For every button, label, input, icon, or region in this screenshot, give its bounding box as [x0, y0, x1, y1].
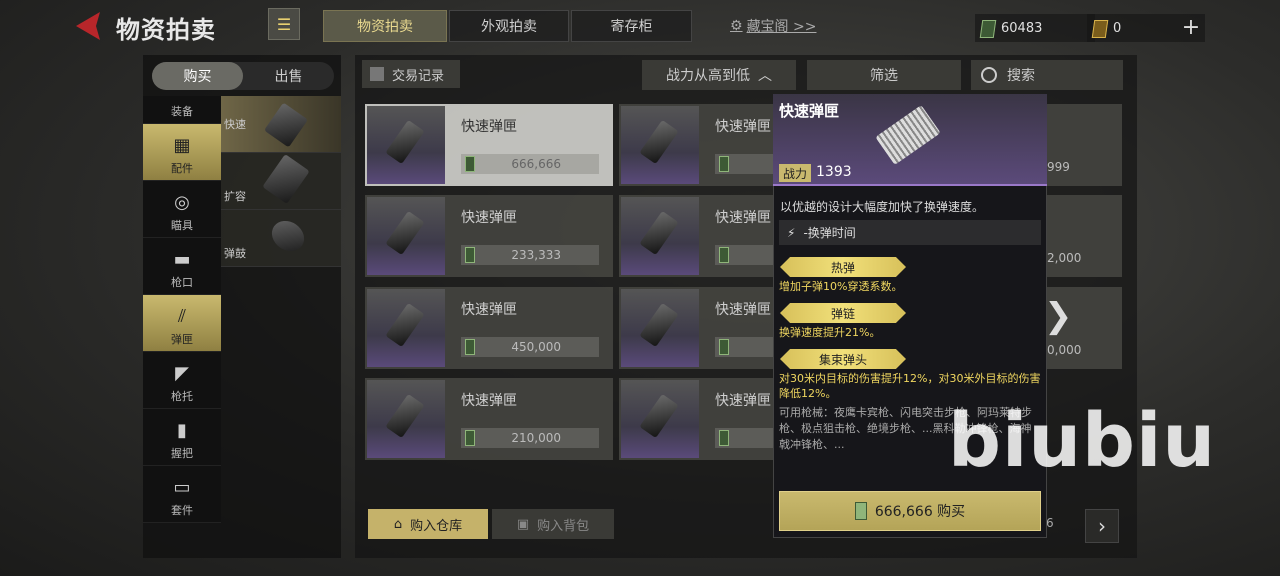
category-muzzles[interactable]: ▬ 枪口: [143, 238, 221, 295]
warehouse-icon: ⌂: [393, 516, 403, 532]
sort-dropdown[interactable]: 战力从高到低 ︿: [642, 60, 796, 90]
category-stocks[interactable]: ◤ 枪托: [143, 352, 221, 409]
page-title: 物资拍卖: [116, 16, 216, 44]
item-thumbnail: [367, 106, 445, 184]
backpack-icon: ▣: [516, 516, 530, 532]
item-thumbnail: [367, 197, 445, 275]
chevron-right-icon[interactable]: ❯: [1044, 296, 1073, 336]
kit-icon: ▭: [173, 476, 191, 498]
category-attachments[interactable]: ▦ 配件: [143, 124, 221, 181]
item-detail-title: 快速弹匣: [779, 102, 840, 120]
perk-text: 对30米内目标的伤害提升12%，对30米外目标的伤害降低12%。: [779, 372, 1041, 400]
item-card[interactable]: 快速弹匣 210,000: [365, 378, 613, 460]
drum-magazine-thumb: [266, 214, 310, 258]
effect-row: ⚡ -换弹时间: [779, 220, 1041, 245]
gold-coupon-icon: [1091, 20, 1109, 38]
add-currency-button[interactable]: +: [1178, 14, 1204, 40]
watermark: biubiu: [948, 398, 1217, 484]
filter-button[interactable]: 筛选: [807, 60, 961, 90]
category-list: 装备 ▦ 配件 ◎ 瞄具 ▬ 枪口 ⫽ 弹匣 ◤ 枪托 ▮ 握把 ▭ 套件: [143, 96, 221, 558]
buy-toggle[interactable]: 购买: [152, 62, 243, 90]
category-scopes[interactable]: ◎ 瞄具: [143, 181, 221, 238]
item-thumbnail: [621, 197, 699, 275]
item-card[interactable]: 快速弹匣 666,666: [365, 104, 613, 186]
buy-sell-toggle: 购买 出售: [152, 62, 334, 90]
perk-tag: 热弹: [780, 257, 906, 277]
tab-storage-locker[interactable]: 寄存柜: [571, 10, 692, 42]
item-price: 666,666: [461, 154, 599, 174]
item-description: 以优越的设计大幅度加快了换弹速度。: [780, 200, 985, 214]
perk-text: 换弹速度提升21%。: [779, 326, 881, 339]
perk-tag: 弹链: [780, 303, 906, 323]
reload-icon: ⚡: [787, 225, 796, 240]
list-icon: ☰: [276, 14, 292, 34]
magazine-thumb: [263, 102, 309, 148]
power-label: 战力: [779, 164, 811, 182]
cash-icon: [465, 430, 475, 446]
cash-icon: [465, 247, 475, 263]
sell-toggle[interactable]: 出售: [243, 62, 334, 90]
muzzle-icon: ▬: [173, 248, 191, 270]
purchase-button[interactable]: 666,666 购买: [779, 491, 1041, 531]
item-thumbnail: [367, 380, 445, 458]
search-icon: [981, 67, 997, 83]
attachment-icon: ▦: [173, 134, 191, 156]
item-thumbnail: [621, 380, 699, 458]
perk-text: 增加子弹10%穿透系数。: [779, 280, 903, 293]
item-thumbnail: [621, 289, 699, 367]
page-number: 6: [1046, 516, 1054, 530]
stock-icon: ◤: [175, 362, 189, 384]
item-price: 233,333: [461, 245, 599, 265]
chevron-up-icon: ︿: [758, 68, 772, 84]
category-grips[interactable]: ▮ 握把: [143, 409, 221, 466]
item-card[interactable]: 快速弹匣 233,333: [365, 195, 613, 277]
cash-icon: [719, 339, 729, 355]
item-card[interactable]: 999: [1047, 104, 1122, 186]
next-page-button[interactable]: ›: [1085, 509, 1119, 543]
subcategory-list: 快速 扩容 弹鼓: [221, 96, 341, 267]
power-value: 1393: [816, 164, 852, 180]
cash-icon: [979, 20, 997, 38]
item-thumbnail: [621, 106, 699, 184]
cash-icon: [465, 339, 475, 355]
category-kits[interactable]: ▭ 套件: [143, 466, 221, 523]
subcategory-fast[interactable]: 快速: [221, 96, 341, 153]
magazine-icon: ⫽: [177, 305, 187, 327]
cash-icon: [719, 156, 729, 172]
tab-material-auction[interactable]: 物资拍卖: [323, 10, 447, 42]
category-magazines[interactable]: ⫽ 弹匣: [143, 295, 221, 352]
cash-icon: [719, 430, 729, 446]
tab-appearance-auction[interactable]: 外观拍卖: [449, 10, 569, 42]
cash-icon: [465, 156, 475, 172]
magazine-thumb: [262, 154, 310, 204]
trade-records-button[interactable]: 交易记录: [362, 60, 460, 88]
currency-cash: 60483: [975, 14, 1095, 42]
subcategory-extended[interactable]: 扩容: [221, 153, 341, 210]
cash-icon: [854, 502, 867, 520]
back-arrow-icon[interactable]: [72, 8, 108, 44]
category-equipment[interactable]: 装备: [143, 96, 221, 124]
perk-tag: 集束弹头: [780, 349, 906, 369]
gear-icon: ⚙: [730, 18, 743, 34]
scope-icon: ◎: [174, 191, 190, 213]
grip-icon: ▮: [177, 419, 187, 441]
buy-to-warehouse-button[interactable]: ⌂ 购入仓库: [368, 509, 488, 539]
treasure-pavilion-link[interactable]: ⚙ 藏宝阁 >>: [730, 16, 816, 36]
item-price: 210,000: [461, 428, 599, 448]
search-button[interactable]: 搜索: [971, 60, 1123, 90]
buy-to-backpack-button[interactable]: ▣ 购入背包: [492, 509, 614, 539]
chevron-right-icon: ›: [1098, 514, 1106, 538]
item-card[interactable]: 快速弹匣 450,000: [365, 287, 613, 369]
item-thumbnail: [367, 289, 445, 367]
records-icon: [370, 67, 384, 81]
subcategory-drum[interactable]: 弹鼓: [221, 210, 341, 267]
cash-icon: [719, 247, 729, 263]
item-card[interactable]: 2,000: [1047, 195, 1122, 277]
item-price: 450,000: [461, 337, 599, 357]
menu-button[interactable]: ☰: [268, 8, 300, 40]
